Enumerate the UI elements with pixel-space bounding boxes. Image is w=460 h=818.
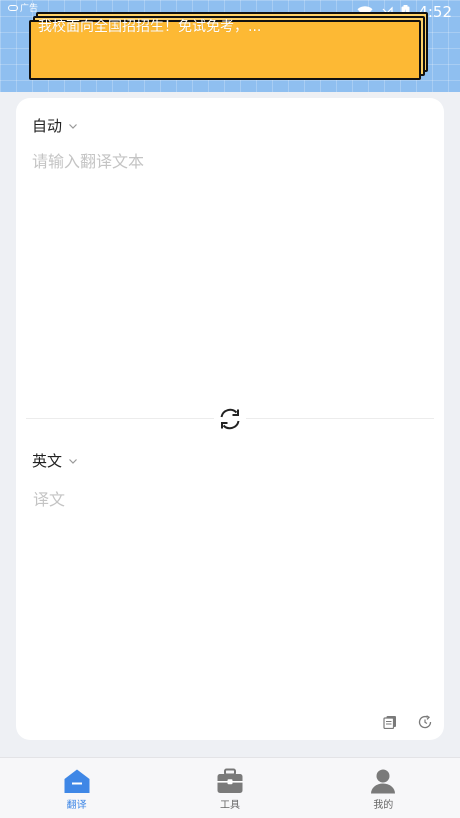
nav-item-profile[interactable]: 我的 [307,758,460,818]
source-language-select[interactable]: 自动 [32,115,78,136]
source-language-label: 自动 [32,117,63,135]
translation-result: 译文 [33,490,66,509]
nav-item-tools[interactable]: 工具 [153,758,306,818]
top-banner-area: 广告 4:52 我校面向全国招招生！免试免考，... [0,0,460,92]
copy-icon[interactable] [383,715,397,729]
nav-label-tools: 工具 [219,800,240,811]
home-icon [64,769,90,793]
source-text-input[interactable] [32,148,428,398]
nav-label-translate: 翻译 [66,800,87,811]
refresh-swap-icon [220,408,240,430]
toolbox-icon [217,768,243,793]
nav-item-translate[interactable]: 翻译 [0,758,153,818]
ad-banner-text[interactable]: 我校面向全国招招生！免试免考，... [38,16,261,36]
translation-card: 自动 英文 译文 [16,98,444,740]
bottom-navigation: 翻译 工具 我的 [0,757,460,818]
user-icon [371,769,396,794]
nav-label-profile: 我的 [373,800,394,811]
chevron-down-icon [69,123,77,129]
chevron-down-icon [69,458,77,464]
history-icon[interactable] [418,715,432,729]
target-language-label: 英文 [32,452,63,470]
swap-languages-button[interactable] [214,404,246,434]
ad-badge-icon [8,4,18,11]
ad-tag: 广告 [8,1,38,14]
target-language-select[interactable]: 英文 [32,450,78,471]
